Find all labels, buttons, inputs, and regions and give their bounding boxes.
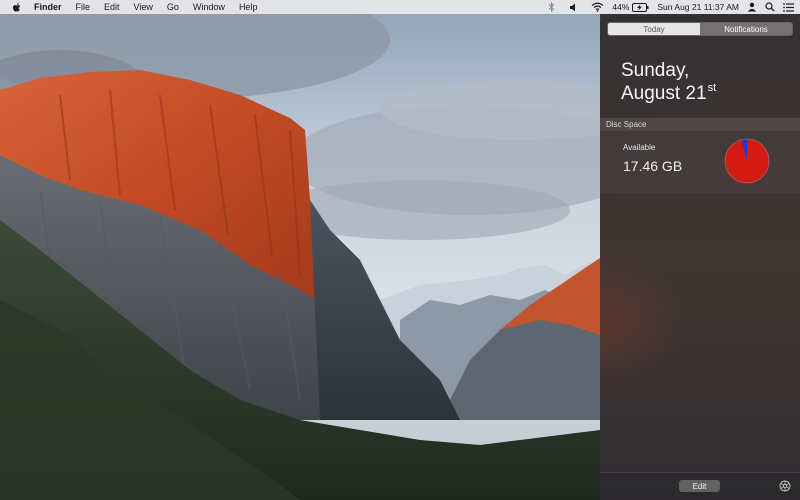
available-label: Available [623, 143, 656, 152]
menu-edit[interactable]: Edit [104, 2, 120, 12]
battery-percent[interactable]: 44% [612, 2, 629, 12]
menu-finder[interactable]: Finder [34, 2, 62, 12]
edit-button[interactable]: Edit [679, 480, 720, 492]
spotlight-search-icon[interactable] [765, 2, 775, 12]
disc-space-widget-title[interactable]: Disc Space [600, 118, 800, 131]
apple-logo-icon[interactable] [12, 2, 22, 13]
today-date-suffix: st [707, 82, 717, 94]
wifi-icon[interactable] [591, 2, 604, 12]
clock[interactable]: Sun Aug 21 11:37 AM [657, 2, 739, 12]
menu-go[interactable]: Go [167, 2, 179, 12]
tab-today[interactable]: Today [608, 23, 700, 35]
notification-center-panel: Today Notifications Sunday, August 21st … [600, 14, 800, 500]
disc-space-pie-chart [724, 138, 770, 184]
menu-view[interactable]: View [134, 2, 153, 12]
user-icon[interactable] [747, 2, 757, 12]
volume-icon[interactable] [569, 3, 579, 12]
menu-file[interactable]: File [76, 2, 91, 12]
panel-background-glow [600, 254, 690, 394]
menu-help[interactable]: Help [239, 2, 258, 12]
status-menus: 44% Sun Aug 21 11:37 AM [548, 0, 800, 14]
today-weekday: Sunday, [621, 60, 690, 81]
menu-window[interactable]: Window [193, 2, 225, 12]
notification-center-footer: Edit [600, 472, 800, 500]
available-space-value: 17.46 GB [623, 158, 683, 174]
gear-icon[interactable] [778, 479, 792, 493]
today-notifications-segmented-control: Today Notifications [607, 22, 793, 36]
notification-center-icon[interactable] [783, 2, 794, 12]
today-date: August 21st [621, 82, 717, 105]
tab-notifications[interactable]: Notifications [700, 23, 792, 35]
battery-charging-icon[interactable] [632, 2, 649, 12]
menu-bar: Finder File Edit View Go Window Help 44% [0, 0, 800, 14]
bluetooth-icon[interactable] [548, 2, 555, 12]
today-month-day: August 21 [621, 83, 707, 104]
